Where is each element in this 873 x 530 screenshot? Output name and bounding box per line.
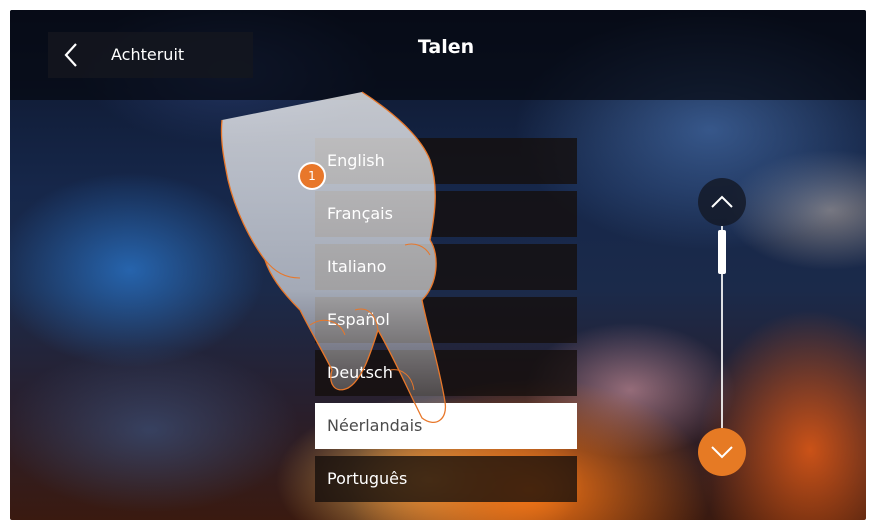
chevron-down-icon <box>711 446 733 459</box>
language-item-italiano[interactable]: Italiano <box>315 244 577 290</box>
page-title: Talen <box>417 36 475 58</box>
scroll-up-button[interactable] <box>698 178 746 226</box>
scroll-thumb[interactable] <box>718 230 726 274</box>
scrollbar[interactable] <box>698 178 748 480</box>
chevron-up-icon <box>711 195 733 208</box>
header-bar: Achteruit Talen <box>10 10 866 100</box>
step-number-badge: 1 <box>298 162 326 190</box>
screen: Achteruit Talen English Français Italian… <box>10 10 866 520</box>
language-item-espanol[interactable]: Español <box>315 297 577 343</box>
language-item-nederlands[interactable]: Néerlandais <box>315 403 577 449</box>
language-item-portugues[interactable]: Português <box>315 456 577 502</box>
language-item-english[interactable]: English <box>315 138 577 184</box>
scroll-down-button[interactable] <box>698 428 746 476</box>
language-item-deutsch[interactable]: Deutsch <box>315 350 577 396</box>
language-item-francais[interactable]: Français <box>315 191 577 237</box>
page-title-wrap: Talen <box>18 37 866 68</box>
